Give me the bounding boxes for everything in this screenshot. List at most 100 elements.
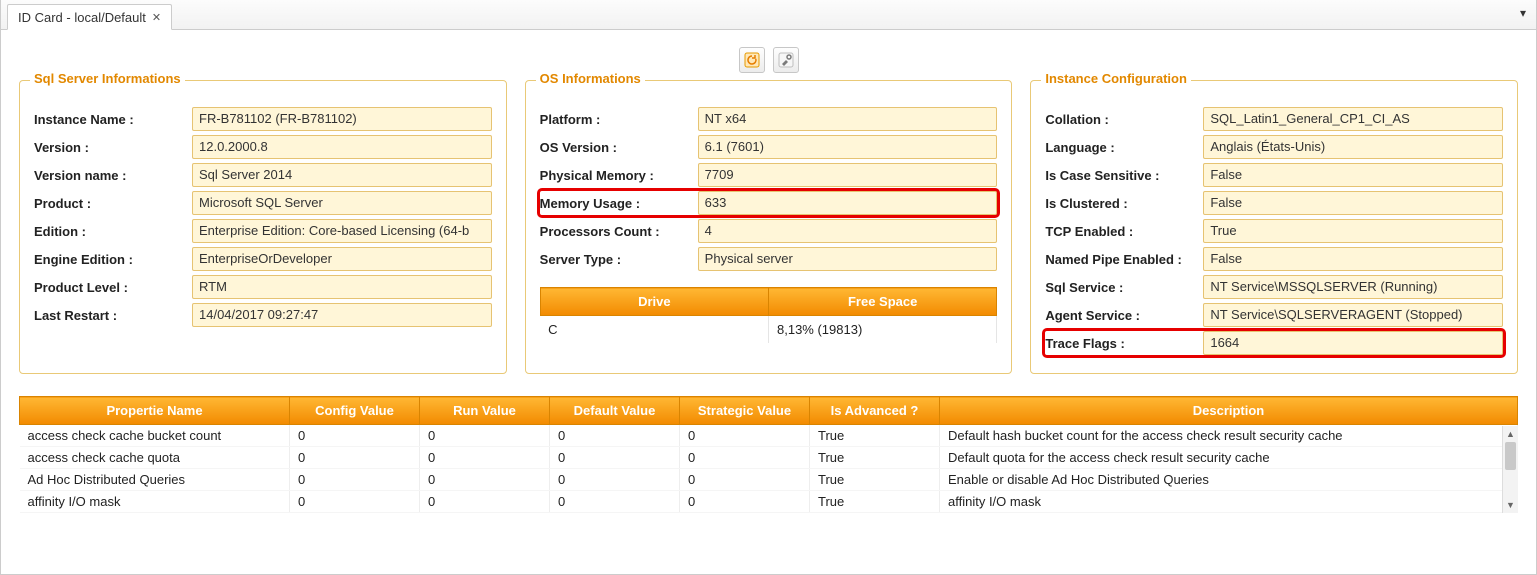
row-agent-service: Agent Service : NT Service\SQLSERVERAGENT… [1045,303,1503,327]
label-processors-count: Processors Count : [540,224,690,239]
value-case-sensitive[interactable]: False [1203,163,1503,187]
tabstrip: ID Card - local/Default ✕ ▾ [1,0,1536,30]
table-row[interactable]: affinity I/O mask 0 0 0 0 True affinity … [20,491,1518,513]
properties-panel: Propertie Name Config Value Run Value De… [19,396,1518,513]
value-agent-service[interactable]: NT Service\SQLSERVERAGENT (Stopped) [1203,303,1503,327]
group-sql-title: Sql Server Informations [30,71,185,86]
value-product-level[interactable]: RTM [192,275,492,299]
value-server-type[interactable]: Physical server [698,247,998,271]
label-platform: Platform : [540,112,690,127]
cell-run: 0 [420,425,550,447]
close-icon[interactable]: ✕ [152,11,161,24]
cell-run: 0 [420,469,550,491]
label-agent-service: Agent Service : [1045,308,1195,323]
cell-description: Default quota for the access check resul… [940,447,1518,469]
drive-header-free[interactable]: Free Space [769,288,997,316]
cell-default: 0 [550,491,680,513]
drive-letter: C [540,316,768,344]
label-engine-edition: Engine Edition : [34,252,184,267]
label-collation: Collation : [1045,112,1195,127]
col-advanced[interactable]: Is Advanced ? [810,397,940,425]
value-clustered[interactable]: False [1203,191,1503,215]
cell-advanced: True [810,491,940,513]
table-row[interactable]: access check cache bucket count 0 0 0 0 … [20,425,1518,447]
col-default[interactable]: Default Value [550,397,680,425]
col-run[interactable]: Run Value [420,397,550,425]
cell-config: 0 [290,491,420,513]
drive-table: Drive Free Space C 8,13% (19813) [540,287,998,343]
properties-scrollbar[interactable]: ▲ ▼ [1502,426,1518,513]
value-collation[interactable]: SQL_Latin1_General_CP1_CI_AS [1203,107,1503,131]
table-row[interactable]: Ad Hoc Distributed Queries 0 0 0 0 True … [20,469,1518,491]
cell-strategic: 0 [680,491,810,513]
tabstrip-menu-icon[interactable]: ▾ [1520,6,1526,20]
cell-description: affinity I/O mask [940,491,1518,513]
row-named-pipe: Named Pipe Enabled :False [1045,247,1503,271]
value-language[interactable]: Anglais (États-Unis) [1203,135,1503,159]
value-memory-usage[interactable]: 633 [698,191,998,215]
value-platform[interactable]: NT x64 [698,107,998,131]
row-processors-count: Processors Count : 4 [540,219,998,243]
row-tcp: TCP Enabled :True [1045,219,1503,243]
group-os-title: OS Informations [536,71,645,86]
value-trace-flags[interactable]: 1664 [1203,331,1503,355]
row-platform: Platform : NT x64 [540,107,998,131]
value-sql-service[interactable]: NT Service\MSSQLSERVER (Running) [1203,275,1503,299]
col-description[interactable]: Description [940,397,1518,425]
tab-idcard[interactable]: ID Card - local/Default ✕ [7,4,172,30]
label-version-name: Version name : [34,168,184,183]
scroll-down-icon[interactable]: ▼ [1503,497,1518,513]
value-physical-memory[interactable]: 7709 [698,163,998,187]
row-product: Product : Microsoft SQL Server [34,191,492,215]
refresh-icon [744,52,760,68]
drive-free: 8,13% (19813) [769,316,997,344]
drive-header-drive[interactable]: Drive [540,288,768,316]
cell-strategic: 0 [680,469,810,491]
label-physical-memory: Physical Memory : [540,168,690,183]
col-name[interactable]: Propertie Name [20,397,290,425]
row-language: Language :Anglais (États-Unis) [1045,135,1503,159]
group-instance: Instance Configuration Collation :SQL_La… [1030,80,1518,374]
value-version-name[interactable]: Sql Server 2014 [192,163,492,187]
cell-config: 0 [290,469,420,491]
group-sql: Sql Server Informations Instance Name :F… [19,80,507,374]
col-config[interactable]: Config Value [290,397,420,425]
value-os-version[interactable]: 6.1 (7601) [698,135,998,159]
row-sql-service: Sql Service : NT Service\MSSQLSERVER (Run… [1045,275,1503,299]
scroll-up-icon[interactable]: ▲ [1503,426,1518,442]
properties-table: Propertie Name Config Value Run Value De… [19,396,1518,513]
scroll-thumb[interactable] [1505,442,1516,470]
value-edition[interactable]: Enterprise Edition: Core-based Licensing… [192,219,492,243]
row-version: Version :12.0.2000.8 [34,135,492,159]
value-tcp[interactable]: True [1203,219,1503,243]
row-last-restart: Last Restart :14/04/2017 09:27:47 [34,303,492,327]
label-sql-service: Sql Service : [1045,280,1195,295]
value-instance-name[interactable]: FR-B781102 (FR-B781102) [192,107,492,131]
tools-icon [778,52,794,68]
refresh-button[interactable] [739,47,765,73]
label-os-version: OS Version : [540,140,690,155]
cell-name: access check cache quota [20,447,290,469]
value-named-pipe[interactable]: False [1203,247,1503,271]
value-last-restart[interactable]: 14/04/2017 09:27:47 [192,303,492,327]
value-version[interactable]: 12.0.2000.8 [192,135,492,159]
row-engine-edition: Engine Edition : EnterpriseOrDeveloper [34,247,492,271]
value-product[interactable]: Microsoft SQL Server [192,191,492,215]
table-row[interactable]: access check cache quota 0 0 0 0 True De… [20,447,1518,469]
cell-advanced: True [810,469,940,491]
label-clustered: Is Clustered : [1045,196,1195,211]
cell-name: affinity I/O mask [20,491,290,513]
group-instance-title: Instance Configuration [1041,71,1191,86]
row-physical-memory: Physical Memory : 7709 [540,163,998,187]
row-instance-name: Instance Name :FR-B781102 (FR-B781102) [34,107,492,131]
tools-button[interactable] [773,47,799,73]
col-strategic[interactable]: Strategic Value [680,397,810,425]
drive-row[interactable]: C 8,13% (19813) [540,316,997,344]
label-product: Product : [34,196,184,211]
group-os: OS Informations Platform :NT x64 OS Vers… [525,80,1013,374]
cell-advanced: True [810,425,940,447]
value-engine-edition[interactable]: EnterpriseOrDeveloper [192,247,492,271]
cell-strategic: 0 [680,447,810,469]
value-processors-count[interactable]: 4 [698,219,998,243]
row-case-sensitive: Is Case Sensitive :False [1045,163,1503,187]
